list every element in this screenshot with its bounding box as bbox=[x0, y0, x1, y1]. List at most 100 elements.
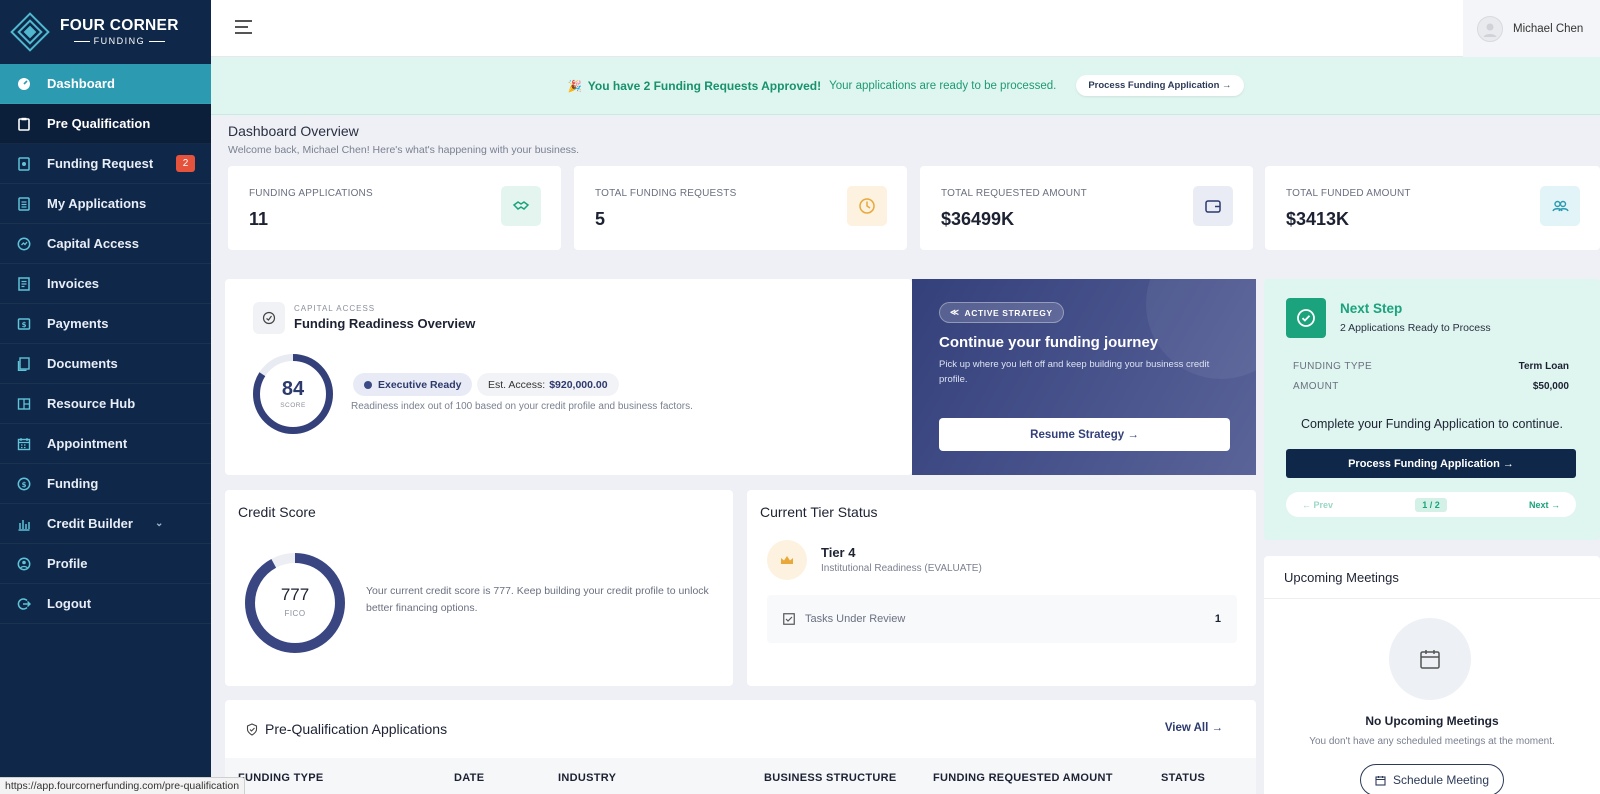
calendar-icon bbox=[1389, 618, 1471, 700]
active-strategy-pill: ≪ ACTIVE STRATEGY bbox=[939, 302, 1064, 323]
sidebar-item-funding-request[interactable]: Funding Request 2 bbox=[0, 144, 211, 184]
readiness-score-gauge: 84 SCORE bbox=[252, 353, 334, 435]
tasks-under-review-row[interactable]: Tasks Under Review 1 bbox=[767, 595, 1237, 643]
sidebar-item-label: Credit Builder bbox=[47, 516, 133, 531]
process-funding-application-button[interactable]: Process Funding Application → bbox=[1286, 449, 1576, 478]
documents-icon bbox=[16, 356, 31, 371]
sidebar-item-invoices[interactable]: Invoices bbox=[0, 264, 211, 304]
sidebar-item-label: Documents bbox=[47, 356, 118, 371]
sidebar-item-label: Payments bbox=[47, 316, 109, 331]
stat-label: TOTAL FUNDED AMOUNT bbox=[1286, 188, 1411, 199]
sidebar-item-label: Profile bbox=[47, 556, 88, 571]
sidebar-item-my-applications[interactable]: My Applications bbox=[0, 184, 211, 224]
column-header-funding-requested-amount[interactable]: FUNDING REQUESTED AMOUNT bbox=[933, 772, 1113, 784]
brand-logo[interactable]: FOUR CORNER FUNDING bbox=[0, 0, 211, 64]
sidebar-item-payments[interactable]: $ Payments bbox=[0, 304, 211, 344]
calendar-small-icon bbox=[1375, 775, 1386, 786]
top-header: Michael Chen bbox=[211, 0, 1600, 57]
readiness-score: 84 bbox=[281, 378, 305, 400]
sidebar-nav: Dashboard Pre Qualification Funding Requ… bbox=[0, 64, 211, 624]
stat-label: TOTAL FUNDING REQUESTS bbox=[595, 188, 737, 199]
credit-score-title: Credit Score bbox=[238, 504, 316, 520]
sidebar-item-appointment[interactable]: Appointment bbox=[0, 424, 211, 464]
calendar-icon bbox=[16, 436, 31, 451]
svg-text:$: $ bbox=[21, 481, 26, 489]
column-header-business-structure[interactable]: BUSINESS STRUCTURE bbox=[764, 772, 897, 784]
page-indicator: 1 / 2 bbox=[1415, 497, 1447, 512]
user-name: Michael Chen bbox=[1513, 22, 1584, 35]
funding-type-row: FUNDING TYPE Term Loan bbox=[1293, 361, 1569, 372]
status-dot-icon bbox=[364, 380, 372, 389]
handshake-icon bbox=[501, 186, 541, 226]
crown-icon bbox=[767, 540, 807, 580]
readiness-kicker: CAPITAL ACCESS bbox=[294, 304, 376, 313]
sidebar-item-logout[interactable]: Logout bbox=[0, 584, 211, 624]
upcoming-meetings-card: Upcoming Meetings No Upcoming Meetings Y… bbox=[1264, 556, 1600, 794]
strategy-pill-label: ACTIVE STRATEGY bbox=[964, 307, 1053, 318]
active-strategy-panel: ≪ ACTIVE STRATEGY Continue your funding … bbox=[912, 279, 1256, 475]
badge-label: Executive Ready bbox=[378, 378, 462, 391]
stat-card-total-requested-amount: TOTAL REQUESTED AMOUNT $36499K bbox=[920, 166, 1253, 250]
clock-icon bbox=[847, 186, 887, 226]
browser-status-url: https://app.fourcornerfunding.com/pre-qu… bbox=[0, 777, 246, 794]
svg-text:$: $ bbox=[21, 321, 26, 329]
users-icon bbox=[1540, 186, 1580, 226]
sidebar-item-label: My Applications bbox=[47, 196, 147, 211]
view-all-link[interactable]: View All → bbox=[1165, 722, 1223, 734]
next-step-card: Next Step 2 Applications Ready to Proces… bbox=[1264, 279, 1600, 540]
approval-banner: 🎉 You have 2 Funding Requests Approved! … bbox=[211, 57, 1600, 115]
user-menu[interactable]: Michael Chen bbox=[1463, 0, 1600, 57]
sidebar-item-label: Dashboard bbox=[47, 76, 115, 91]
clipboard-icon bbox=[16, 116, 31, 131]
sidebar-item-credit-builder[interactable]: Credit Builder ⌄ bbox=[0, 504, 211, 544]
credit-score-card: Credit Score 777 FICO Your current credi… bbox=[225, 490, 733, 686]
sidebar-item-label: Funding Request bbox=[47, 156, 154, 171]
gauge-icon bbox=[253, 302, 285, 334]
stat-card-total-funding-requests: TOTAL FUNDING REQUESTS 5 bbox=[574, 166, 907, 250]
schedule-meeting-button[interactable]: Schedule Meeting bbox=[1360, 764, 1504, 794]
credit-score-note: Your current credit score is 777. Keep b… bbox=[366, 585, 709, 614]
sidebar-item-dashboard[interactable]: Dashboard bbox=[0, 64, 211, 104]
brand-name: FOUR CORNER bbox=[60, 17, 179, 35]
column-header-status[interactable]: STATUS bbox=[1161, 772, 1205, 784]
tier-name: Tier 4 bbox=[821, 545, 856, 560]
amount-label: AMOUNT bbox=[1293, 381, 1339, 392]
tier-status-card: Current Tier Status Tier 4 Institutional… bbox=[747, 490, 1256, 686]
prev-button[interactable]: ← Prev bbox=[1302, 500, 1333, 510]
invoice-icon bbox=[16, 276, 31, 291]
column-header-funding-type[interactable]: FUNDING TYPE bbox=[238, 772, 324, 784]
next-step-pager: ← Prev 1 / 2 Next → bbox=[1286, 492, 1576, 517]
bank-icon bbox=[16, 516, 31, 531]
readiness-title: Funding Readiness Overview bbox=[294, 316, 476, 331]
table-header: FUNDING TYPE DATE INDUSTRY BUSINESS STRU… bbox=[225, 758, 1256, 794]
funding-readiness-card: CAPITAL ACCESS Funding Readiness Overvie… bbox=[225, 279, 912, 475]
brand-subname: FUNDING bbox=[60, 36, 179, 46]
sidebar-item-documents[interactable]: Documents bbox=[0, 344, 211, 384]
stat-label: FUNDING APPLICATIONS bbox=[249, 188, 373, 199]
avatar bbox=[1477, 15, 1503, 42]
chevron-down-icon[interactable]: ⌄ bbox=[155, 518, 163, 529]
logout-icon bbox=[16, 596, 31, 611]
sidebar-item-profile[interactable]: Profile bbox=[0, 544, 211, 584]
resume-strategy-button[interactable]: Resume Strategy → bbox=[939, 418, 1230, 451]
sidebar-item-funding[interactable]: $ Funding bbox=[0, 464, 211, 504]
sidebar-item-pre-qualification[interactable]: Pre Qualification bbox=[0, 104, 211, 144]
readiness-note: Readiness index out of 100 based on your… bbox=[351, 401, 693, 412]
sidebar-item-capital-access[interactable]: Capital Access bbox=[0, 224, 211, 264]
hamburger-menu-icon[interactable] bbox=[235, 20, 252, 38]
party-icon: 🎉 bbox=[567, 80, 582, 93]
request-icon bbox=[16, 156, 31, 171]
column-header-date[interactable]: DATE bbox=[454, 772, 484, 784]
column-header-industry[interactable]: INDUSTRY bbox=[558, 772, 616, 784]
checkbox-icon bbox=[783, 613, 795, 625]
funding-request-badge: 2 bbox=[176, 155, 195, 172]
meetings-title: Upcoming Meetings bbox=[1284, 570, 1399, 585]
process-funding-application-button[interactable]: Process Funding Application → bbox=[1076, 75, 1244, 96]
pre-qualification-title: Pre-Qualification Applications bbox=[265, 721, 448, 737]
sidebar-item-resource-hub[interactable]: Resource Hub bbox=[0, 384, 211, 424]
dashboard-icon bbox=[16, 76, 31, 91]
no-meetings-description: You don't have any scheduled meetings at… bbox=[1309, 736, 1555, 747]
next-button[interactable]: Next → bbox=[1529, 500, 1560, 510]
amount-row: AMOUNT $50,000 bbox=[1293, 381, 1569, 392]
next-step-subtitle: 2 Applications Ready to Process bbox=[1340, 322, 1491, 334]
